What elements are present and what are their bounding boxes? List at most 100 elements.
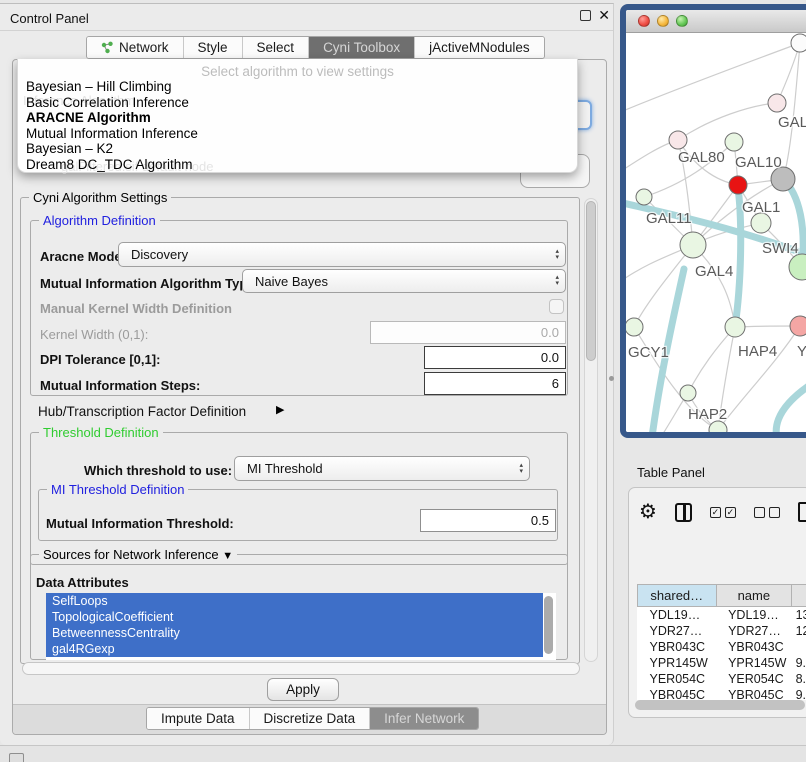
tab-network[interactable]: Network bbox=[87, 37, 184, 58]
network-node[interactable] bbox=[680, 232, 706, 258]
tab-impute-data[interactable]: Impute Data bbox=[147, 708, 250, 729]
attribute-item[interactable]: BetweennessCentrality bbox=[46, 625, 543, 641]
network-node[interactable] bbox=[751, 213, 771, 233]
expand-right-icon[interactable]: ▶ bbox=[276, 403, 284, 416]
control-panel-titlebar: Control Panel ✕ bbox=[0, 4, 613, 31]
float-window-icon[interactable] bbox=[580, 10, 591, 21]
gear-icon[interactable]: ⚙ bbox=[639, 502, 657, 522]
mi-steps-field[interactable]: 6 bbox=[424, 372, 566, 395]
zoom-traffic-light-icon[interactable] bbox=[676, 15, 688, 27]
network-node[interactable] bbox=[790, 316, 806, 336]
tab-label: Cyni Toolbox bbox=[323, 40, 400, 55]
network-node[interactable] bbox=[626, 318, 643, 336]
table-row[interactable]: YBR043CYBR043C bbox=[638, 639, 806, 655]
table-row[interactable]: YBR045CYBR045C9. bbox=[638, 687, 806, 701]
network-edge[interactable] bbox=[688, 327, 735, 393]
network-node[interactable] bbox=[791, 34, 806, 52]
table-cell: YBR043C bbox=[638, 639, 717, 655]
control-panel: Control Panel ✕ Network Style Select Cyni T… bbox=[0, 3, 614, 745]
which-threshold-label: Which threshold to use: bbox=[84, 463, 232, 478]
algorithm-option[interactable]: Mutual Information Inference bbox=[26, 126, 198, 141]
algorithm-option[interactable]: Bayesian – Hill Climbing bbox=[26, 79, 172, 94]
algorithm-option[interactable]: Dream8 DC_TDC Algorithm bbox=[26, 157, 193, 172]
mi-type-combobox[interactable]: Naive Bayes ▴▾ bbox=[242, 269, 566, 293]
column-layout-icon[interactable] bbox=[675, 503, 692, 522]
tab-style[interactable]: Style bbox=[184, 37, 243, 58]
close-traffic-light-icon[interactable] bbox=[638, 15, 650, 27]
document-icon[interactable] bbox=[798, 502, 806, 522]
network-edge[interactable] bbox=[693, 245, 735, 327]
kernel-width-field[interactable]: 0.0 bbox=[370, 321, 566, 344]
algorithm-dropdown-placeholder: Select algorithm to view settings bbox=[18, 64, 577, 79]
tab-infer-network[interactable]: Infer Network bbox=[370, 708, 478, 729]
table-row[interactable]: YDL19…YDL19…13 bbox=[638, 607, 806, 623]
table-column-header[interactable]: name bbox=[716, 585, 792, 607]
network-node[interactable] bbox=[636, 189, 652, 205]
collapsed-panel-icon[interactable] bbox=[9, 753, 24, 762]
table-row[interactable]: YER054CYER054C8. bbox=[638, 671, 806, 687]
select-all-checkboxes-icon[interactable]: ✓✓ bbox=[710, 507, 736, 518]
node-label: GAL11 bbox=[646, 210, 692, 227]
dpi-tolerance-field[interactable]: 0.0 bbox=[424, 346, 566, 369]
sources-horizontal-scrollbar[interactable] bbox=[22, 662, 580, 675]
split-pane-handle[interactable] bbox=[609, 376, 614, 381]
node-label: SWI4 bbox=[762, 240, 799, 257]
network-node[interactable] bbox=[768, 94, 786, 112]
tab-label: jActiveMNodules bbox=[429, 40, 530, 55]
algorithm-option[interactable]: ARACNE Algorithm bbox=[26, 110, 151, 125]
algorithm-dropdown-popup: Select algorithm to view settings Infere… bbox=[17, 59, 578, 173]
network-icon bbox=[101, 41, 114, 54]
network-edge[interactable] bbox=[777, 43, 800, 103]
attribute-list-scrollbar-thumb[interactable] bbox=[544, 596, 553, 654]
hub-definition-label[interactable]: Hub/Transcription Factor Definition bbox=[38, 404, 246, 419]
which-threshold-combobox[interactable]: MI Threshold ▴▾ bbox=[234, 456, 530, 481]
table-row[interactable]: YDR27…YDR27…12 bbox=[638, 623, 806, 639]
table-row[interactable]: YPR145WYPR145W9. bbox=[638, 655, 806, 671]
aracne-mode-combobox[interactable]: Discovery ▴▾ bbox=[118, 242, 566, 267]
algorithm-option[interactable]: Basic Correlation Inference bbox=[26, 95, 189, 110]
deselect-checkboxes-icon[interactable] bbox=[754, 507, 780, 518]
manual-kernel-checkbox[interactable] bbox=[549, 299, 564, 314]
network-window-titlebar bbox=[626, 10, 806, 33]
tab-jactivemnodules[interactable]: jActiveMNodules bbox=[415, 37, 544, 58]
apply-button[interactable]: Apply bbox=[267, 678, 339, 701]
tab-cyni-toolbox[interactable]: Cyni Toolbox bbox=[309, 37, 415, 58]
network-node[interactable] bbox=[725, 133, 743, 151]
mi-threshold-field[interactable]: 0.5 bbox=[420, 509, 556, 532]
network-canvas[interactable]: GALGAL80GAL10GAL1GAL11SWI4GAL4GCY1HAP4YH… bbox=[626, 33, 806, 432]
table-cell: YBR043C bbox=[716, 639, 792, 655]
attribute-item[interactable]: TopologicalCoefficient bbox=[46, 609, 543, 625]
close-icon[interactable]: ✕ bbox=[598, 7, 610, 24]
table-cell: 13 bbox=[792, 607, 806, 623]
data-attributes-label: Data Attributes bbox=[36, 575, 129, 590]
mi-type-value: Naive Bayes bbox=[255, 274, 328, 289]
settings-scrollbar-thumb[interactable] bbox=[586, 201, 596, 361]
attribute-item[interactable]: SelfLoops bbox=[46, 593, 543, 609]
network-node[interactable] bbox=[669, 131, 687, 149]
node-table[interactable]: shared…name YDL19…YDL19…13YDR27…YDR27…12… bbox=[637, 584, 806, 700]
attribute-item[interactable]: gal4RGexp bbox=[46, 641, 543, 657]
node-label: GCY1 bbox=[628, 344, 669, 361]
network-edge[interactable] bbox=[678, 103, 777, 140]
table-cell: YBR045C bbox=[638, 687, 717, 701]
node-label: HAP4 bbox=[738, 343, 777, 360]
tab-label: Style bbox=[198, 40, 228, 55]
table-column-header[interactable]: shared… bbox=[638, 585, 717, 607]
minimize-traffic-light-icon[interactable] bbox=[657, 15, 669, 27]
network-node[interactable] bbox=[729, 176, 747, 194]
sources-legend[interactable]: Sources for Network Inference ▼ bbox=[39, 547, 237, 562]
tab-select[interactable]: Select bbox=[243, 37, 310, 58]
network-edge-highlighted[interactable] bbox=[776, 385, 806, 432]
algorithm-option[interactable]: Bayesian – K2 bbox=[26, 141, 113, 156]
network-edge[interactable] bbox=[718, 326, 800, 430]
network-node[interactable] bbox=[680, 385, 696, 401]
network-node[interactable] bbox=[725, 317, 745, 337]
network-node[interactable] bbox=[789, 254, 806, 280]
network-view-window[interactable]: GALGAL80GAL10GAL1GAL11SWI4GAL4GCY1HAP4YH… bbox=[620, 4, 806, 438]
table-horizontal-scrollbar-thumb[interactable] bbox=[635, 700, 805, 710]
tab-discretize-data[interactable]: Discretize Data bbox=[250, 708, 371, 729]
network-edge[interactable] bbox=[783, 43, 800, 179]
table-cell: YDR27… bbox=[638, 623, 717, 639]
table-column-header[interactable] bbox=[792, 585, 806, 607]
dpi-tolerance-label: DPI Tolerance [0,1]: bbox=[40, 352, 160, 367]
